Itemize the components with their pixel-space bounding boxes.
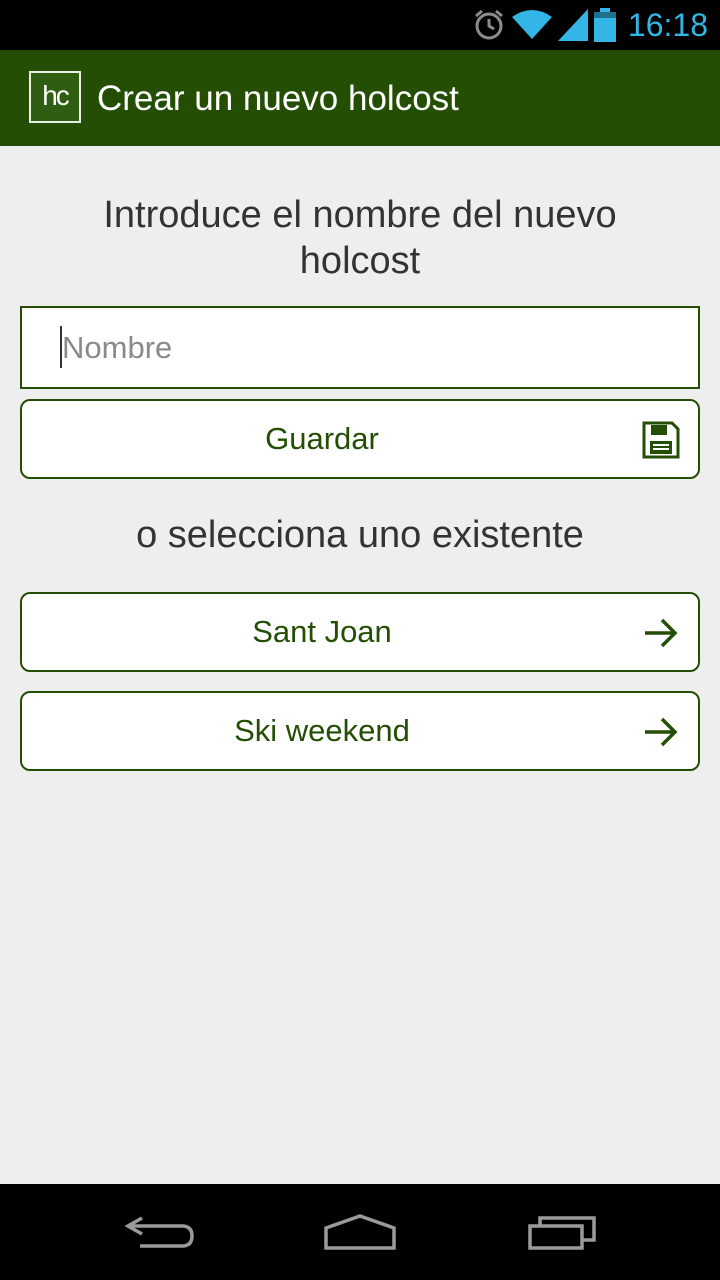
back-icon[interactable]	[120, 1208, 200, 1256]
signal-icon	[557, 9, 588, 41]
battery-icon	[593, 8, 616, 42]
holcost-item-ski-weekend[interactable]: Ski weekend	[20, 691, 700, 771]
floppy-disk-icon	[642, 421, 680, 459]
page-title: Crear un nuevo holcost	[97, 79, 459, 118]
holcost-item-label: Sant Joan	[252, 614, 392, 649]
wifi-icon	[511, 10, 552, 39]
action-bar: hc Crear un nuevo holcost	[0, 50, 720, 146]
status-icons: 16:18	[466, 0, 708, 50]
navigation-bar	[0, 1184, 720, 1280]
text-caret	[60, 326, 62, 368]
save-button[interactable]: Guardar	[20, 399, 700, 479]
holcost-item-sant-joan[interactable]: Sant Joan	[20, 592, 700, 672]
arrow-right-icon	[645, 717, 678, 747]
alarm-icon	[474, 9, 503, 40]
main-content: Introduce el nombre del nuevo holcost Gu…	[0, 146, 720, 1184]
existing-heading: o selecciona uno existente	[136, 514, 584, 556]
app-logo[interactable]: hc	[29, 71, 81, 123]
recent-apps-icon[interactable]	[522, 1208, 602, 1256]
new-holcost-prompt: Introduce el nombre del nuevo holcost	[103, 194, 617, 282]
status-bar: 16:18	[0, 0, 720, 50]
save-button-label: Guardar	[265, 421, 379, 456]
home-icon[interactable]	[320, 1208, 400, 1256]
holcost-item-label: Ski weekend	[234, 713, 410, 748]
name-input[interactable]	[20, 306, 700, 389]
status-clock: 16:18	[627, 6, 708, 43]
arrow-right-icon	[645, 618, 678, 648]
